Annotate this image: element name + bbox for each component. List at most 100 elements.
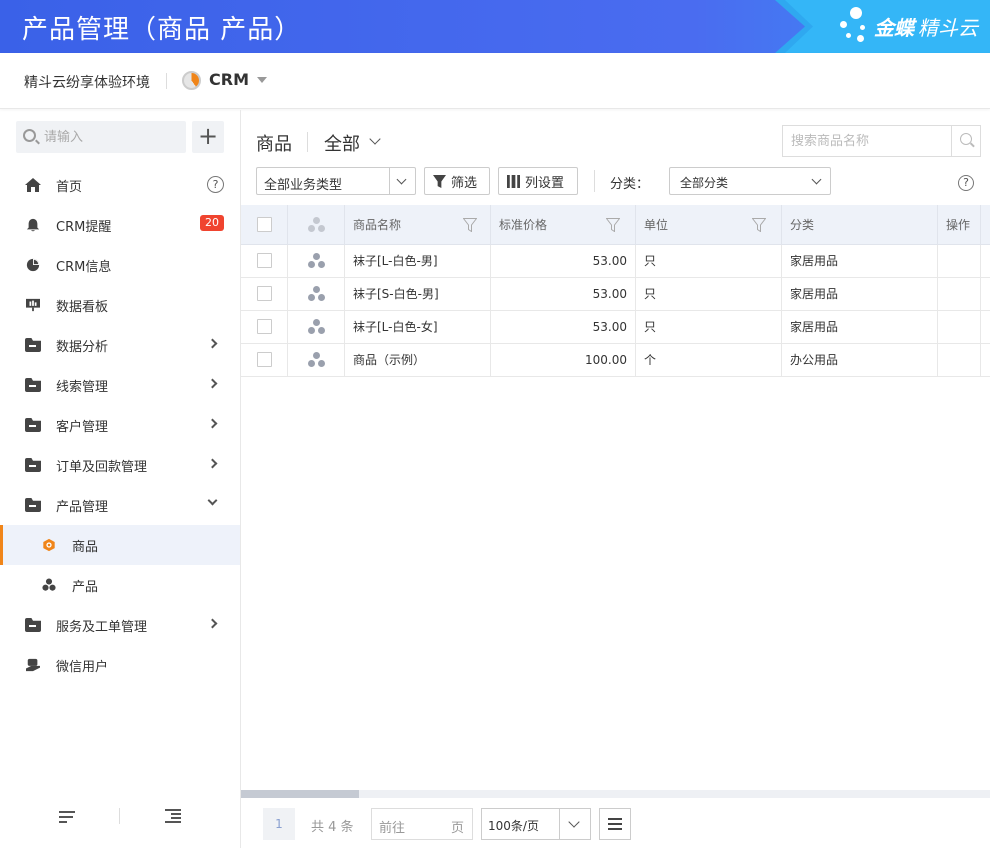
column-header-name[interactable]: 商品名称 xyxy=(345,205,491,245)
sidebar-item-goods[interactable]: 商品 xyxy=(0,525,240,565)
filter-label: 筛选 xyxy=(451,175,478,191)
brand-logo: 金蝶 精斗云 xyxy=(840,4,978,49)
sidebar-item-customers[interactable]: 客户管理 xyxy=(0,405,240,445)
product-icon xyxy=(308,217,326,233)
filter-icon[interactable] xyxy=(463,218,477,232)
product-name[interactable]: 袜子[L-白色-男] xyxy=(345,245,491,278)
image-column-header xyxy=(288,205,345,245)
column-header-label: 单位 xyxy=(644,218,669,232)
sidebar: + 首页 ? CRM提醒 20 CRM信息 数据看板 数据分析 线索管理 xyxy=(0,110,241,848)
chevron-down-icon[interactable] xyxy=(369,133,381,145)
chevron-right-icon xyxy=(207,378,218,389)
view-selector[interactable]: 全部 xyxy=(324,130,360,156)
pagination: 1 共 4 条 前往 页 100条/页 xyxy=(241,808,990,842)
sidebar-item-service[interactable]: 服务及工单管理 xyxy=(0,605,240,645)
wrap-icon[interactable] xyxy=(59,811,75,823)
add-button[interactable]: + xyxy=(192,121,224,153)
chevron-down-icon xyxy=(568,816,580,828)
filter-button[interactable]: 筛选 xyxy=(424,167,490,195)
sidebar-item-dashboard[interactable]: 数据看板 xyxy=(0,285,240,325)
product-icon xyxy=(308,286,326,302)
product-price: 100.00 xyxy=(491,344,636,377)
column-settings-label: 列设置 xyxy=(525,175,565,191)
product-name[interactable]: 袜子[S-白色-男] xyxy=(345,278,491,311)
brand-sub: 精斗云 xyxy=(918,16,978,40)
product-price: 53.00 xyxy=(491,278,636,311)
product-search-input[interactable] xyxy=(783,126,951,156)
goto-page-input[interactable]: 前往 页 xyxy=(371,808,473,840)
sidebar-menu: 首页 ? CRM提醒 20 CRM信息 数据看板 数据分析 线索管理 客户管理 … xyxy=(0,165,240,685)
sidebar-item-crm-info[interactable]: CRM信息 xyxy=(0,245,240,285)
sidebar-item-data-analysis[interactable]: 数据分析 xyxy=(0,325,240,365)
product-search[interactable] xyxy=(782,125,981,157)
chevron-down-icon xyxy=(811,174,822,185)
product-icon xyxy=(42,578,56,591)
row-checkbox[interactable] xyxy=(257,286,272,301)
product-category: 家居用品 xyxy=(782,245,938,278)
select-all-checkbox[interactable] xyxy=(257,217,272,232)
sidebar-item-crm-reminder[interactable]: CRM提醒 20 xyxy=(0,205,240,245)
page-number-current[interactable]: 1 xyxy=(263,808,295,840)
total-count: 共 4 条 xyxy=(311,820,354,835)
help-icon[interactable]: ? xyxy=(958,175,974,191)
column-header-price[interactable]: 标准价格 xyxy=(491,205,636,245)
row-checkbox[interactable] xyxy=(257,253,272,268)
sidebar-item-product-management[interactable]: 产品管理 xyxy=(0,485,240,525)
row-actions[interactable] xyxy=(938,344,981,377)
chevron-right-icon xyxy=(207,458,218,469)
goods-icon xyxy=(43,538,55,552)
reminder-count-badge: 20 xyxy=(200,215,224,231)
chevron-right-icon xyxy=(207,618,218,629)
help-icon[interactable]: ? xyxy=(207,176,224,193)
column-header-unit[interactable]: 单位 xyxy=(636,205,782,245)
row-actions[interactable] xyxy=(938,245,981,278)
horizontal-scrollbar[interactable] xyxy=(241,790,990,798)
product-name[interactable]: 商品（示例） xyxy=(345,344,491,377)
scrollbar-thumb[interactable] xyxy=(241,790,359,798)
funnel-icon xyxy=(433,174,446,188)
row-select-cell xyxy=(241,344,288,377)
dashboard-icon xyxy=(26,298,40,312)
table-row[interactable]: 袜子[L-白色-男] 53.00 只 家居用品 xyxy=(241,245,990,278)
row-actions[interactable] xyxy=(938,311,981,344)
sidebar-item-label: 首页 xyxy=(56,179,83,195)
sidebar-item-wechat-users[interactable]: 微信用户 xyxy=(0,645,240,685)
caret-down-icon[interactable] xyxy=(257,77,267,83)
row-checkbox[interactable] xyxy=(257,352,272,367)
page-size-select[interactable]: 100条/页 xyxy=(481,808,591,840)
sidebar-item-product[interactable]: 产品 xyxy=(0,565,240,605)
table-row[interactable]: 袜子[L-白色-女] 53.00 只 家居用品 xyxy=(241,311,990,344)
category-select[interactable]: 全部分类 xyxy=(669,167,831,195)
sidebar-item-label: 产品管理 xyxy=(56,499,109,515)
product-name[interactable]: 袜子[L-白色-女] xyxy=(345,311,491,344)
row-actions[interactable] xyxy=(938,278,981,311)
row-checkbox[interactable] xyxy=(257,319,272,334)
search-button[interactable] xyxy=(951,126,981,156)
product-unit: 只 xyxy=(636,245,782,278)
sidebar-search[interactable] xyxy=(16,121,186,153)
sidebar-search-input[interactable] xyxy=(44,121,182,153)
sub-header: 精斗云纷享体验环境 CRM xyxy=(0,53,990,109)
column-settings-button[interactable]: 列设置 xyxy=(498,167,578,195)
product-icon xyxy=(308,253,326,269)
search-icon xyxy=(23,129,36,142)
filter-icon[interactable] xyxy=(752,218,766,232)
column-header-category[interactable]: 分类 xyxy=(782,205,938,245)
collapse-sidebar-icon[interactable] xyxy=(165,809,181,823)
table-row[interactable]: 商品（示例） 100.00 个 办公用品 xyxy=(241,344,990,377)
app-switcher[interactable]: CRM xyxy=(209,70,249,89)
sidebar-item-label: CRM提醒 xyxy=(56,219,112,235)
table-row[interactable]: 袜子[S-白色-男] 53.00 只 家居用品 xyxy=(241,278,990,311)
wechat-user-icon xyxy=(26,658,40,672)
filter-icon[interactable] xyxy=(606,218,620,232)
business-type-select[interactable]: 全部业务类型 xyxy=(256,167,416,195)
environment-label[interactable]: 精斗云纷享体验环境 xyxy=(24,72,150,92)
sidebar-item-leads[interactable]: 线索管理 xyxy=(0,365,240,405)
brand-main: 金蝶 xyxy=(874,16,914,40)
crm-pie-icon xyxy=(182,71,201,90)
sidebar-item-home[interactable]: 首页 ? xyxy=(0,165,240,205)
row-image-cell xyxy=(288,344,345,377)
list-view-icon[interactable] xyxy=(599,808,631,840)
sidebar-item-orders[interactable]: 订单及回款管理 xyxy=(0,445,240,485)
table-header: 商品名称 标准价格 单位 分类 操作 xyxy=(241,205,990,245)
